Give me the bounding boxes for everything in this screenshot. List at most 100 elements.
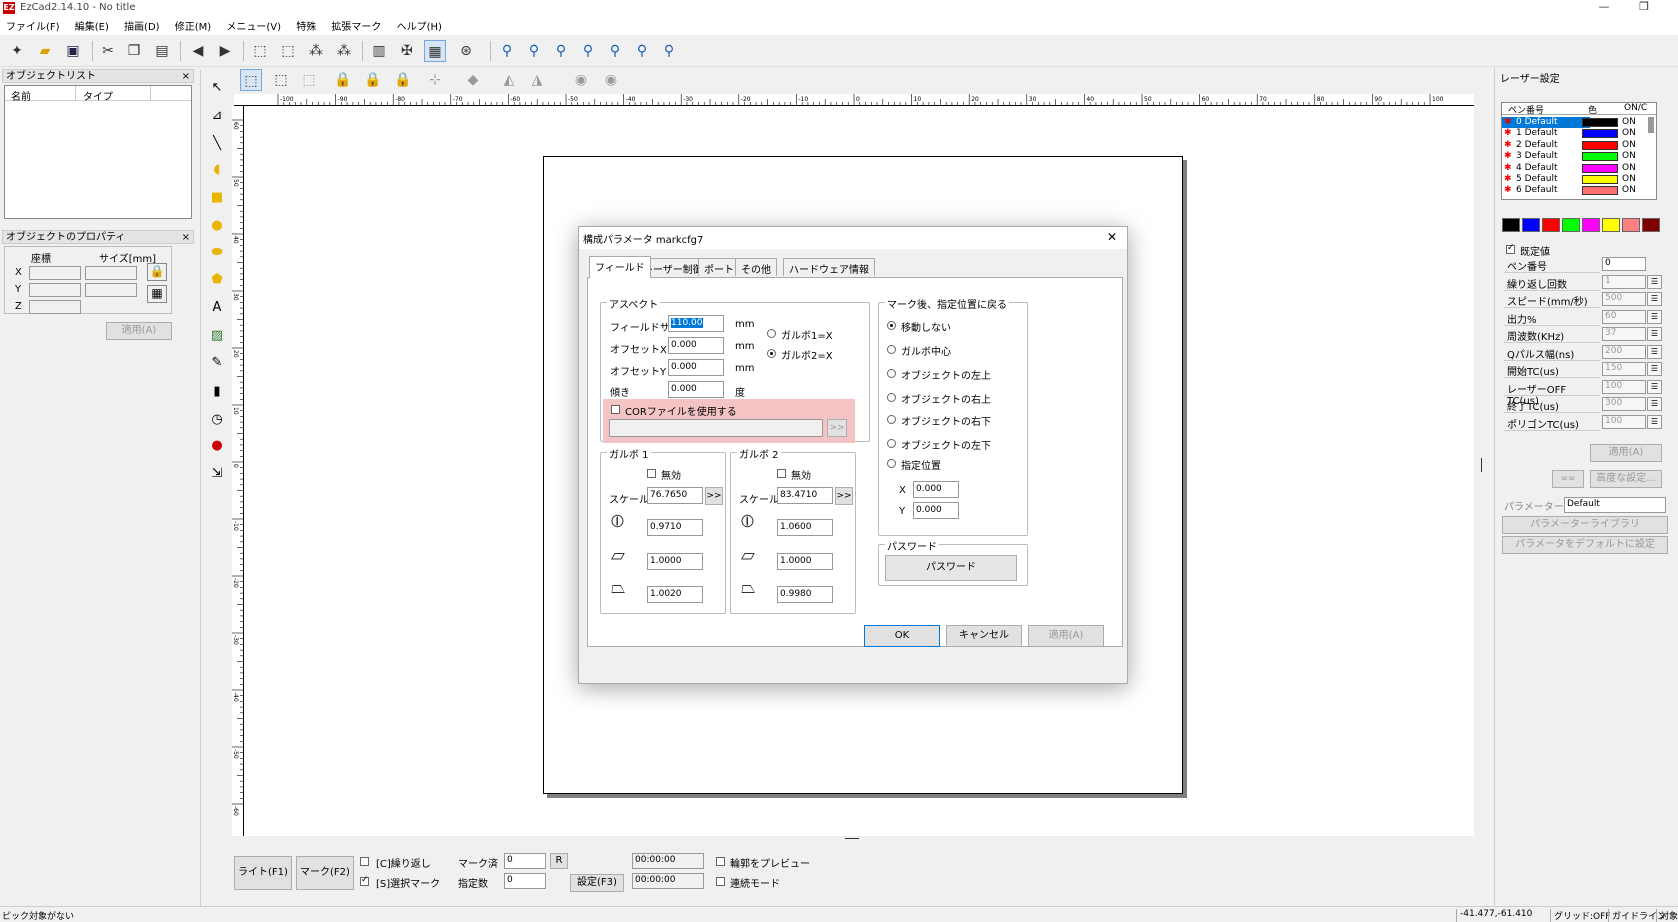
- hatch-icon[interactable]: ▥: [368, 40, 390, 62]
- mirror-vertical-icon[interactable]: ◮: [526, 69, 548, 91]
- vector-file-icon[interactable]: ✎: [207, 353, 227, 373]
- menu-edit[interactable]: 編集(E): [69, 16, 115, 33]
- pen-row[interactable]: ✱ 1 Default ON: [1502, 128, 1652, 139]
- laser-param-value[interactable]: 500: [1602, 292, 1646, 306]
- return-y-input[interactable]: 0.000: [913, 502, 959, 519]
- copy-icon[interactable]: ❐: [123, 40, 145, 62]
- radio-no-move[interactable]: [887, 321, 896, 330]
- ok-button[interactable]: OK: [864, 625, 940, 647]
- redo-icon[interactable]: ▶: [214, 40, 236, 62]
- pos-y-field[interactable]: [29, 283, 81, 297]
- group-select-icon[interactable]: ⬚: [240, 69, 262, 91]
- object-snap-status[interactable]: 対象: [1656, 909, 1678, 922]
- laser-param-value[interactable]: 200: [1602, 344, 1646, 359]
- anchor-grid-icon[interactable]: ▦: [147, 285, 167, 303]
- param-name-field[interactable]: Default: [1564, 497, 1666, 513]
- laser-param-value[interactable]: 300: [1602, 397, 1646, 411]
- tilt-input[interactable]: 0.000: [668, 381, 724, 398]
- eye-show-icon[interactable]: ◉: [570, 69, 592, 91]
- eye-hide-icon[interactable]: ◉: [600, 69, 622, 91]
- apply-button[interactable]: 適用(A): [106, 322, 172, 340]
- circle-icon[interactable]: ●: [207, 216, 227, 236]
- palette-color-swatch[interactable]: [1582, 218, 1600, 232]
- palette-color-swatch[interactable]: [1562, 218, 1580, 232]
- spinner-icon[interactable]: ☰: [1647, 379, 1662, 394]
- zoom-icon[interactable]: ⚲: [496, 40, 518, 62]
- cor-checkbox[interactable]: [611, 405, 620, 414]
- size-x-field[interactable]: [85, 266, 137, 280]
- object-list[interactable]: 名前 タイプ: [4, 85, 192, 219]
- menu-special[interactable]: 特殊: [290, 16, 322, 33]
- pen-row[interactable]: ✱ 4 Default ON: [1502, 163, 1652, 174]
- col-type-header[interactable]: タイプ: [83, 88, 113, 103]
- lock-all-icon[interactable]: 🔒: [392, 69, 414, 91]
- password-button[interactable]: パスワード: [885, 555, 1017, 581]
- cut-icon[interactable]: ✂: [97, 40, 119, 62]
- select-mark-checkbox[interactable]: [360, 875, 369, 886]
- bitmap-icon[interactable]: ▨: [207, 326, 227, 346]
- laser-param-value[interactable]: 1: [1602, 274, 1646, 289]
- galvo2x-radio[interactable]: [767, 349, 776, 358]
- specified-count-field[interactable]: 0: [504, 873, 546, 889]
- galvo2-disable-checkbox[interactable]: [777, 469, 786, 478]
- col-name-header[interactable]: 名前: [11, 88, 31, 103]
- return-x-input[interactable]: 0.000: [913, 481, 959, 498]
- pen-row[interactable]: ✱ 6 Default ON: [1502, 185, 1652, 196]
- menu-extended-mark[interactable]: 拡張マーク: [325, 16, 387, 33]
- continuous-mode-checkbox[interactable]: [716, 877, 725, 886]
- polygon-icon[interactable]: ⬟: [207, 270, 227, 290]
- radio-galvo-center[interactable]: [887, 345, 896, 354]
- pen-row[interactable]: ✱ 5 Default ON: [1502, 174, 1652, 185]
- text-icon[interactable]: A: [207, 298, 227, 318]
- node-edit-icon[interactable]: ⊿: [207, 106, 227, 126]
- radio-specified[interactable]: [887, 459, 896, 468]
- galvo1-disable-checkbox[interactable]: [647, 469, 656, 478]
- tools-icon[interactable]: ✠: [396, 40, 418, 62]
- galvo2-parallelogram-input[interactable]: 1.0000: [777, 553, 833, 570]
- laser-param-value[interactable]: 100: [1602, 414, 1646, 429]
- settings-button[interactable]: 設定(F3): [570, 874, 624, 892]
- menu-file[interactable]: ファイル(F): [0, 16, 66, 33]
- radio-top-left[interactable]: [887, 369, 896, 378]
- line-icon[interactable]: ╲: [207, 134, 227, 154]
- select-group-icon[interactable]: ⁂: [333, 40, 355, 62]
- field-size-input[interactable]: 110.00: [668, 315, 724, 332]
- tab-port[interactable]: ポート: [698, 258, 740, 276]
- lock-icon[interactable]: 🔒: [147, 263, 167, 281]
- offset-y-input[interactable]: 0.000: [668, 359, 724, 376]
- mark-button[interactable]: マーク(F2): [296, 856, 354, 890]
- rectangle-icon[interactable]: ■: [207, 188, 227, 208]
- minimize-button[interactable]: —: [1592, 0, 1616, 16]
- pen-row[interactable]: ✱ 3 Default ON: [1502, 151, 1652, 162]
- galvo2-scale-input[interactable]: 83.4710: [777, 487, 833, 504]
- paste-icon[interactable]: ▤: [151, 40, 173, 62]
- curve-icon[interactable]: ◖: [207, 160, 227, 180]
- tab-field[interactable]: フィールド: [589, 256, 651, 278]
- zoom-selection-icon[interactable]: ⚲: [658, 40, 680, 62]
- menu-help[interactable]: ヘルプ(H): [391, 16, 448, 33]
- cor-file-path[interactable]: [609, 419, 823, 437]
- move-icon[interactable]: ⇲: [207, 464, 227, 484]
- io-signal-icon[interactable]: ●: [207, 436, 227, 456]
- radio-bottom-right[interactable]: [887, 415, 896, 424]
- infinity-icon[interactable]: ∞∞: [1552, 470, 1584, 488]
- snap-icon[interactable]: ⬚: [298, 69, 320, 91]
- set-default-params-button[interactable]: パラメータをデフォルトに設定: [1502, 536, 1668, 554]
- dialog-apply-button[interactable]: 適用(A): [1028, 625, 1104, 647]
- laser-apply-button[interactable]: 適用(A): [1590, 444, 1662, 462]
- select-node-icon[interactable]: ⁂: [305, 40, 327, 62]
- select-all-icon[interactable]: ⬚: [249, 40, 271, 62]
- align-icon[interactable]: ⊹: [424, 69, 446, 91]
- spinner-icon[interactable]: ☰: [1647, 327, 1662, 341]
- menu-draw[interactable]: 描画(D): [118, 16, 166, 33]
- preview-contour-checkbox[interactable]: [716, 857, 725, 866]
- select-region-icon[interactable]: ⬚: [277, 40, 299, 62]
- menu-view[interactable]: メニュー(V): [220, 16, 287, 33]
- laser-param-value[interactable]: 150: [1602, 362, 1646, 376]
- radio-top-right[interactable]: [887, 393, 896, 402]
- offset-x-input[interactable]: 0.000: [668, 337, 724, 354]
- pointer-icon[interactable]: ↖: [207, 78, 227, 98]
- laser-param-value[interactable]: 60: [1602, 309, 1646, 324]
- marked-count-field[interactable]: 0: [504, 853, 546, 869]
- galvo2-barrel-input[interactable]: 1.0600: [777, 519, 833, 536]
